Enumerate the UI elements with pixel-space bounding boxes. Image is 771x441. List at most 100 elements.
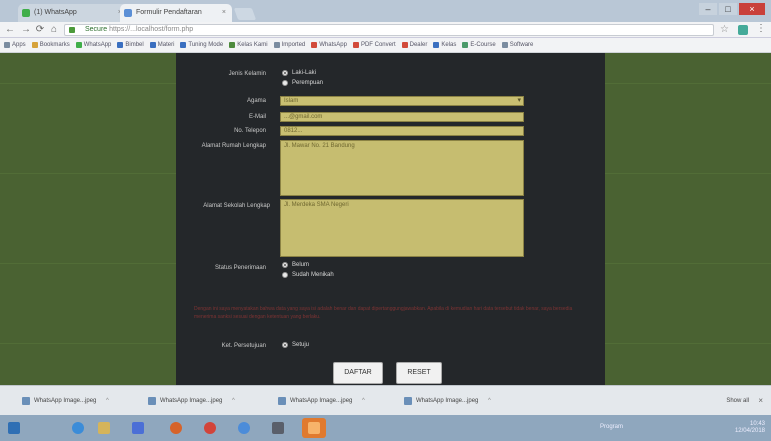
school-address-label: Alamat Sekolah Lengkap: [203, 203, 270, 209]
status-option-sudah[interactable]: Sudah Menikah: [282, 272, 334, 278]
menu-icon[interactable]: ⋮: [756, 23, 766, 35]
radio-icon[interactable]: [282, 80, 288, 86]
new-tab-button[interactable]: [233, 8, 257, 20]
school-address-textarea[interactable]: Jl. Merdeka SMA Negeri: [280, 199, 524, 257]
chevron-up-icon[interactable]: ^: [106, 398, 109, 404]
tab-close-icon[interactable]: ×: [222, 4, 226, 22]
taskbar-explorer[interactable]: [94, 418, 114, 438]
bookmark-item[interactable]: Dealer: [401, 42, 427, 48]
reload-icon[interactable]: ⟳: [34, 24, 46, 36]
taskbar-active-app[interactable]: [302, 418, 326, 438]
browser-tab-bar: (1) WhatsApp × Formulir Pendaftaran × – …: [0, 0, 771, 22]
maximize-button[interactable]: □: [719, 3, 737, 15]
bookmark-item[interactable]: E-Course: [462, 42, 496, 48]
bookmark-item[interactable]: Kelas Kami: [229, 42, 268, 48]
bookmark-item[interactable]: Materi: [149, 42, 174, 48]
chevron-up-icon[interactable]: ^: [232, 398, 235, 404]
gender-option-female[interactable]: Perempuan: [282, 80, 323, 86]
bookmark-icon: [117, 42, 124, 48]
download-item[interactable]: WhatsApp Image...jpeg ^: [404, 394, 491, 408]
taskbar-media[interactable]: [128, 418, 148, 438]
status-option-belum[interactable]: Belum: [282, 262, 309, 268]
bookmark-label: WhatsApp: [83, 42, 112, 48]
bookmark-item[interactable]: PDF Convert: [352, 42, 396, 48]
bookmark-item[interactable]: Bimbel: [117, 42, 144, 48]
close-icon[interactable]: ×: [758, 394, 763, 408]
bookmark-item[interactable]: WhatsApp: [311, 42, 347, 48]
folder-icon: [98, 422, 110, 434]
declaration-text: Dengan ini saya menyatakan bahwa data ya…: [194, 306, 573, 320]
bookmark-item[interactable]: Imported: [273, 42, 306, 48]
tab-label: (1) WhatsApp: [34, 9, 77, 16]
bookmark-icon: [433, 42, 440, 48]
taskbar-ie[interactable]: [68, 418, 88, 438]
browser-icon: [72, 422, 84, 434]
bookmark-icon: [229, 42, 236, 48]
home-address-textarea[interactable]: Jl. Mawar No. 21 Bandung: [280, 140, 524, 196]
chevron-up-icon[interactable]: ^: [488, 398, 491, 404]
image-file-icon: [148, 397, 156, 405]
download-item[interactable]: WhatsApp Image...jpeg ^: [278, 394, 365, 408]
start-button[interactable]: [4, 418, 24, 438]
tab-label: Formulir Pendaftaran: [136, 9, 202, 16]
agama-select[interactable]: Islam: [280, 96, 524, 106]
home-address-label: Alamat Rumah Lengkap: [201, 143, 266, 149]
bookmark-icon: [352, 42, 359, 48]
page-content: Jenis Kelamin Laki-Laki Perempuan Agama …: [0, 53, 771, 385]
bookmark-label: PDF Convert: [360, 42, 396, 48]
bookmark-item[interactable]: Tuning Mode: [180, 42, 223, 48]
url-text: https://...localhost/form.php: [109, 26, 194, 33]
chevron-up-icon[interactable]: ^: [362, 398, 365, 404]
email-field[interactable]: ...@gmail.com: [280, 112, 524, 122]
radio-icon[interactable]: [282, 272, 288, 278]
extension-icon[interactable]: [738, 25, 748, 35]
bookmark-icon: [311, 42, 318, 48]
radio-icon[interactable]: [282, 262, 288, 268]
gender-label: Jenis Kelamin: [228, 71, 266, 77]
system-clock[interactable]: 10:43 12/04/2018: [735, 421, 765, 435]
clock-date: 12/04/2018: [734, 428, 765, 434]
option-label: Setuju: [292, 342, 310, 348]
agreement-option[interactable]: Setuju: [282, 342, 309, 348]
tab-whatsapp[interactable]: (1) WhatsApp ×: [18, 4, 128, 22]
secure-label: Secure: [85, 26, 108, 33]
bookmark-star-icon[interactable]: ☆: [720, 24, 729, 36]
bookmark-item[interactable]: Apps: [4, 42, 26, 48]
phone-field[interactable]: 0812...: [280, 126, 524, 136]
downloads-bar: WhatsApp Image...jpeg ^ WhatsApp Image..…: [0, 385, 771, 415]
download-item[interactable]: WhatsApp Image...jpeg ^: [22, 394, 109, 408]
reset-button[interactable]: RESET: [396, 362, 442, 384]
back-icon[interactable]: ←: [4, 24, 16, 36]
download-item[interactable]: WhatsApp Image...jpeg ^: [148, 394, 235, 408]
home-icon[interactable]: ⌂: [48, 24, 60, 36]
bookmark-item[interactable]: Software: [501, 42, 533, 48]
bookmark-icon: [462, 42, 469, 48]
bookmark-item[interactable]: Kelas: [433, 42, 456, 48]
image-file-icon: [404, 397, 412, 405]
close-window-button[interactable]: ×: [739, 3, 765, 15]
bookmark-label: Imported: [281, 42, 306, 48]
window-controls: – □ ×: [699, 3, 765, 15]
bookmark-icon: [273, 42, 280, 48]
gender-option-male[interactable]: Laki-Laki: [282, 70, 316, 76]
submit-button[interactable]: DAFTAR: [333, 362, 383, 384]
address-bar[interactable]: Secure https://...localhost/form.php: [64, 24, 714, 36]
tab-form[interactable]: Formulir Pendaftaran ×: [120, 4, 232, 22]
taskbar-firefox[interactable]: [166, 418, 186, 438]
bookmark-item[interactable]: Bookmarks: [31, 42, 70, 48]
taskbar-chrome[interactable]: [200, 418, 220, 438]
bookmark-label: Bimbel: [125, 42, 144, 48]
radio-icon[interactable]: [282, 342, 288, 348]
taskbar-app[interactable]: [268, 418, 288, 438]
minimize-button[interactable]: –: [699, 3, 717, 15]
forward-icon[interactable]: →: [20, 24, 32, 36]
bookmark-icon: [501, 42, 508, 48]
bookmark-item[interactable]: WhatsApp: [75, 42, 112, 48]
show-all-downloads-link[interactable]: Show all: [726, 394, 749, 408]
download-label: WhatsApp Image...jpeg: [416, 398, 479, 404]
app-icon: [272, 422, 284, 434]
radio-icon[interactable]: [282, 70, 288, 76]
taskbar-chrome-alt[interactable]: [234, 418, 254, 438]
bookmark-label: Kelas: [441, 42, 457, 48]
bookmarks-bar: Apps Bookmarks WhatsApp Bimbel Materi Tuning …: [0, 38, 771, 53]
